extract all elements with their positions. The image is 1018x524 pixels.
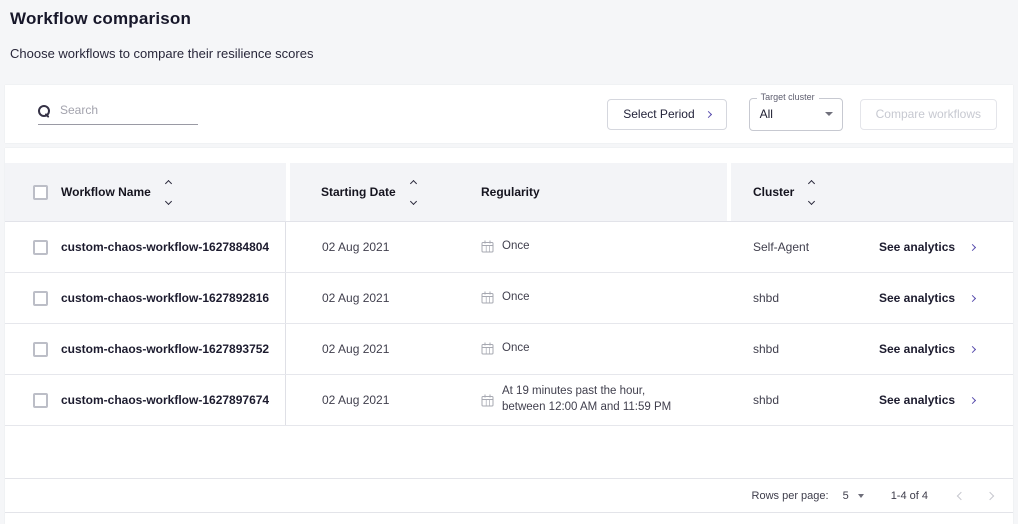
see-analytics-link[interactable]: See analytics bbox=[860, 291, 1013, 305]
toolbar: Select Period Target cluster All Compare… bbox=[5, 85, 1013, 143]
sort-ascending-icon[interactable] bbox=[808, 179, 815, 186]
chevron-right-icon bbox=[969, 294, 976, 301]
target-cluster-label: Target cluster bbox=[757, 92, 819, 102]
select-period-label: Select Period bbox=[623, 107, 694, 121]
workflow-name: custom-chaos-workflow-1627884804 bbox=[53, 222, 286, 272]
workflow-name: custom-chaos-workflow-1627892816 bbox=[53, 273, 286, 323]
cluster: Self-Agent bbox=[727, 240, 860, 254]
rows-per-page-select[interactable]: 5 bbox=[843, 490, 864, 502]
select-period-button[interactable]: Select Period bbox=[607, 99, 726, 130]
column-divider bbox=[727, 163, 731, 221]
row-checkbox[interactable] bbox=[33, 291, 48, 306]
table-header: Workflow Name Starting Date Regularity C… bbox=[5, 163, 1013, 222]
starting-date: 02 Aug 2021 bbox=[286, 240, 471, 254]
cluster: shbd bbox=[727, 393, 860, 407]
toolbar-actions: Select Period Target cluster All Compare… bbox=[607, 98, 997, 131]
target-cluster-value: All bbox=[760, 107, 773, 121]
rows-per-page-label: Rows per page: bbox=[752, 490, 829, 502]
compare-workflows-button[interactable]: Compare workflows bbox=[860, 99, 997, 130]
next-page-button[interactable] bbox=[986, 491, 994, 499]
see-analytics-link[interactable]: See analytics bbox=[860, 342, 1013, 356]
sort-descending-icon[interactable] bbox=[808, 197, 815, 204]
regularity: At 19 minutes past the hour, between 12:… bbox=[502, 384, 671, 415]
see-analytics-label: See analytics bbox=[879, 291, 955, 305]
cluster: shbd bbox=[727, 291, 860, 305]
rows-per-page-value: 5 bbox=[843, 490, 849, 502]
calendar-icon bbox=[481, 342, 494, 355]
column-divider bbox=[286, 163, 290, 221]
workflow-table: Workflow Name Starting Date Regularity C… bbox=[5, 148, 1013, 524]
table-row: custom-chaos-workflow-1627892816 02 Aug … bbox=[5, 273, 1013, 324]
page-title: Workflow comparison bbox=[10, 9, 1008, 29]
chevron-right-icon bbox=[969, 243, 976, 250]
table-empty-area bbox=[5, 426, 1013, 478]
column-header-cluster: Cluster bbox=[753, 185, 794, 199]
see-analytics-link[interactable]: See analytics bbox=[860, 393, 1013, 407]
previous-page-button[interactable] bbox=[957, 491, 965, 499]
column-header-regularity: Regularity bbox=[481, 185, 540, 199]
row-checkbox[interactable] bbox=[33, 240, 48, 255]
chevron-right-icon bbox=[705, 110, 712, 117]
see-analytics-label: See analytics bbox=[879, 393, 955, 407]
table-row: custom-chaos-workflow-1627884804 02 Aug … bbox=[5, 222, 1013, 273]
regularity: Once bbox=[502, 290, 530, 306]
workflow-name: custom-chaos-workflow-1627897674 bbox=[53, 375, 286, 425]
chevron-right-icon bbox=[969, 396, 976, 403]
calendar-icon bbox=[481, 240, 494, 253]
regularity: Once bbox=[502, 239, 530, 255]
sort-ascending-icon[interactable] bbox=[165, 179, 172, 186]
column-header-starting-date: Starting Date bbox=[321, 185, 396, 199]
select-all-checkbox[interactable] bbox=[33, 185, 48, 200]
table-row: custom-chaos-workflow-1627897674 02 Aug … bbox=[5, 375, 1013, 426]
sort-descending-icon[interactable] bbox=[410, 197, 417, 204]
starting-date: 02 Aug 2021 bbox=[286, 342, 471, 356]
see-analytics-label: See analytics bbox=[879, 240, 955, 254]
pagination-range: 1-4 of 4 bbox=[891, 490, 928, 502]
pagination: Rows per page: 5 1-4 of 4 bbox=[5, 478, 1013, 513]
calendar-icon bbox=[481, 394, 494, 407]
row-checkbox[interactable] bbox=[33, 342, 48, 357]
page-header: Workflow comparison Choose workflows to … bbox=[0, 0, 1018, 61]
target-cluster-select[interactable]: Target cluster All bbox=[749, 98, 843, 131]
workflow-name: custom-chaos-workflow-1627893752 bbox=[53, 324, 286, 374]
row-checkbox[interactable] bbox=[33, 393, 48, 408]
page-subtitle: Choose workflows to compare their resili… bbox=[10, 46, 1008, 61]
see-analytics-link[interactable]: See analytics bbox=[860, 240, 1013, 254]
cluster: shbd bbox=[727, 342, 860, 356]
calendar-icon bbox=[481, 291, 494, 304]
sort-descending-icon[interactable] bbox=[165, 197, 172, 204]
see-analytics-label: See analytics bbox=[879, 342, 955, 356]
regularity: Once bbox=[502, 341, 530, 357]
column-header-workflow-name: Workflow Name bbox=[61, 185, 151, 199]
table-row: custom-chaos-workflow-1627893752 02 Aug … bbox=[5, 324, 1013, 375]
starting-date: 02 Aug 2021 bbox=[286, 291, 471, 305]
chevron-down-icon bbox=[858, 494, 864, 498]
starting-date: 02 Aug 2021 bbox=[286, 393, 471, 407]
search-input[interactable] bbox=[60, 103, 198, 117]
chevron-right-icon bbox=[969, 345, 976, 352]
search-field bbox=[38, 103, 198, 125]
sort-ascending-icon[interactable] bbox=[410, 179, 417, 186]
chevron-down-icon bbox=[825, 112, 833, 116]
search-icon bbox=[38, 105, 49, 116]
